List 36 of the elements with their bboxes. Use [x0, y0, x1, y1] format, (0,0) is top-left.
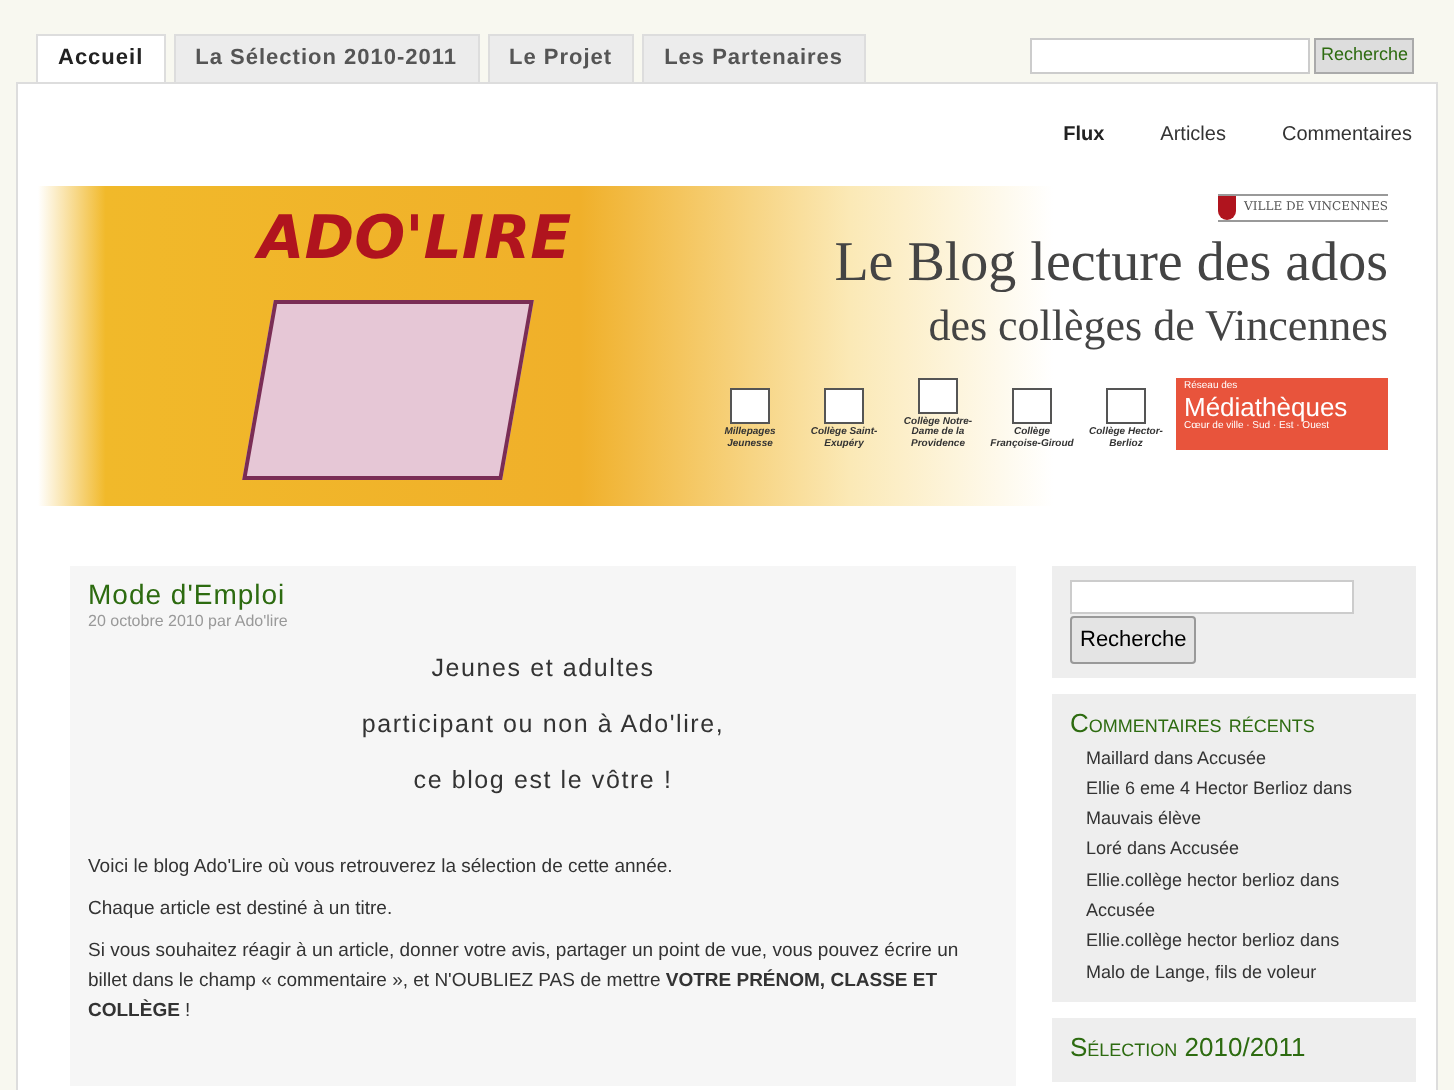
search-field[interactable]: [1070, 579, 1354, 613]
feed-link[interactable]: Articles: [1160, 119, 1226, 149]
comment-item: Ellie 6 eme 4 Hector Berlioz dans Mauvais élève: [1086, 775, 1355, 833]
intro-line: participant ou non à Ado'lire,: [359, 708, 727, 743]
banner-subtitle: des collèges de Vincennes: [928, 297, 1388, 354]
intro-line: Jeunes et adultes: [429, 652, 657, 687]
post-meta: 20 octobre 2010 par Ado'lire: [88, 610, 290, 635]
post-paragraph: Si vous souhaitez réagir à un article, donner votre avis, partager un point de vue, vous pouvez écrire un billet dans le champ « commentaire », et N'OUBLIEZ PAS de mettre VOTRE PRÉNOM, CLASSE ET COLLÈGE !: [88, 937, 961, 1027]
nav-tab[interactable]: Les Partenaires: [642, 34, 866, 81]
feed-link[interactable]: Commentaires: [1281, 119, 1412, 149]
post-link[interactable]: Accusée: [1170, 838, 1240, 859]
comment-item: Maillard dans Accusée: [1086, 745, 1269, 772]
comment-item: Ellie.collège hector berlioz dans Malo de Lange, fils de voleur: [1086, 928, 1342, 986]
nav-tab[interactable]: Le Projet: [487, 34, 635, 81]
post-paragraph: Chaque article est destiné à un titre.: [88, 895, 395, 924]
intro-line: ce blog est le vôtre !: [411, 763, 675, 798]
widget-heading: Commentaires récents: [1070, 708, 1317, 740]
post-paragraph: Voici le blog Ado'Lire où vous retrouverez la sélection de cette année.: [88, 853, 675, 882]
network-name: Médiathèques: [1184, 393, 1350, 422]
comment-item: Loré dans Accusée: [1086, 836, 1242, 863]
crest-icon: [1218, 195, 1237, 219]
widget-heading: Sélection 2010/2011: [1070, 1031, 1308, 1064]
search-button[interactable]: Recherche: [1314, 37, 1414, 74]
logo-text: ADO'LIRE: [258, 201, 574, 277]
post-link[interactable]: Accusée: [1197, 747, 1267, 768]
search-field[interactable]: [1030, 37, 1311, 74]
post-link[interactable]: Accusée: [1086, 900, 1156, 921]
nav-tab[interactable]: Accueil: [36, 34, 166, 81]
post-link[interactable]: Malo de Lange, fils de voleur: [1086, 961, 1317, 982]
feed-label: Flux: [1063, 121, 1105, 149]
nav-tab[interactable]: La Sélection 2010-2011: [173, 34, 479, 81]
banner-title: Le Blog lecture des ados: [834, 233, 1388, 292]
search-button[interactable]: Recherche: [1070, 615, 1197, 664]
post-link[interactable]: Mauvais élève: [1086, 808, 1202, 829]
comment-item: Ellie.collège hector berlioz dans Accusée: [1086, 867, 1342, 925]
post-title[interactable]: Mode d'Emploi: [88, 577, 998, 611]
